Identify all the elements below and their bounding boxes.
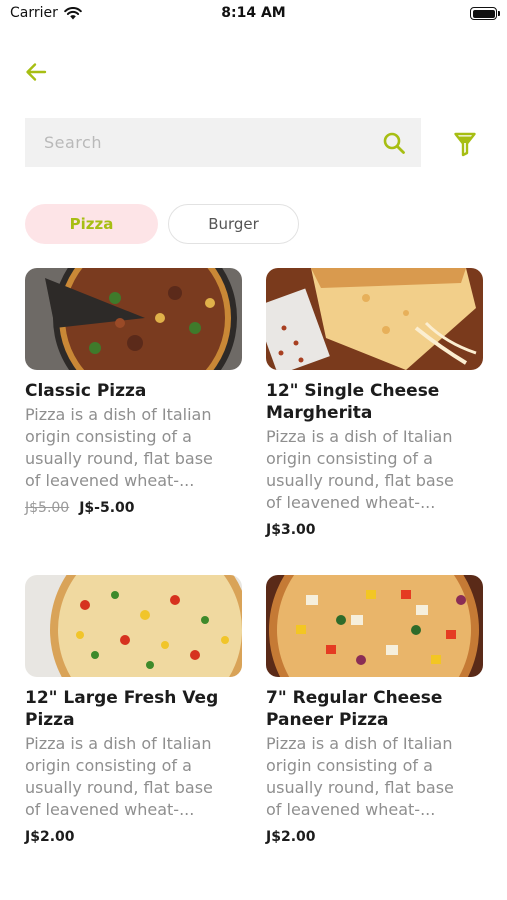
product-card[interactable]: 12" Single Cheese Margherita Pizza is a …	[266, 268, 483, 575]
product-price: J$3.00	[266, 522, 316, 538]
product-grid: Classic Pizza Pizza is a dish of Italian…	[25, 268, 483, 882]
price-row: J$3.00	[266, 522, 483, 538]
status-bar: Carrier 8:14 AM	[0, 0, 507, 28]
product-image	[266, 575, 483, 677]
original-price: J$5.00	[25, 500, 70, 516]
price-row: J$2.00	[25, 829, 242, 845]
product-title: 7" Regular Cheese Paneer Pizza	[266, 688, 443, 730]
product-image	[25, 575, 242, 677]
product-image	[25, 268, 242, 370]
product-description: Pizza is a dish of Italian origin consis…	[25, 405, 213, 490]
clock: 8:14 AM	[221, 5, 286, 21]
price-row: J$2.00	[266, 829, 483, 845]
search-bar	[25, 118, 421, 167]
product-price: J$2.00	[266, 829, 316, 845]
arrow-left-icon	[26, 63, 47, 81]
category-chip-pizza[interactable]: Pizza	[25, 204, 158, 244]
category-chip-burger[interactable]: Burger	[168, 204, 299, 244]
product-description: Pizza is a dish of Italian origin consis…	[266, 427, 454, 512]
product-description: Pizza is a dish of Italian origin consis…	[266, 734, 454, 819]
product-card[interactable]: 12" Large Fresh Veg Pizza Pizza is a dis…	[25, 575, 242, 882]
product-price: J$2.00	[25, 829, 75, 845]
battery-icon	[470, 7, 500, 20]
product-title: 12" Single Cheese Margherita	[266, 381, 440, 423]
search-icon	[383, 132, 405, 154]
price-row: J$5.00 J$-5.00	[25, 500, 242, 516]
product-title: Classic Pizza	[25, 381, 147, 401]
back-button[interactable]	[22, 58, 50, 86]
filter-button[interactable]	[452, 131, 478, 157]
product-image	[266, 268, 483, 370]
product-description: Pizza is a dish of Italian origin consis…	[25, 734, 213, 819]
category-tabs: Pizza Burger	[25, 204, 299, 244]
filter-icon	[454, 132, 476, 157]
search-input[interactable]	[44, 133, 381, 152]
product-card[interactable]: 7" Regular Cheese Paneer Pizza Pizza is …	[266, 575, 483, 882]
product-card[interactable]: Classic Pizza Pizza is a dish of Italian…	[25, 268, 242, 575]
search-button[interactable]	[381, 130, 407, 156]
product-title: 12" Large Fresh Veg Pizza	[25, 688, 219, 730]
product-price: J$-5.00	[79, 500, 135, 516]
